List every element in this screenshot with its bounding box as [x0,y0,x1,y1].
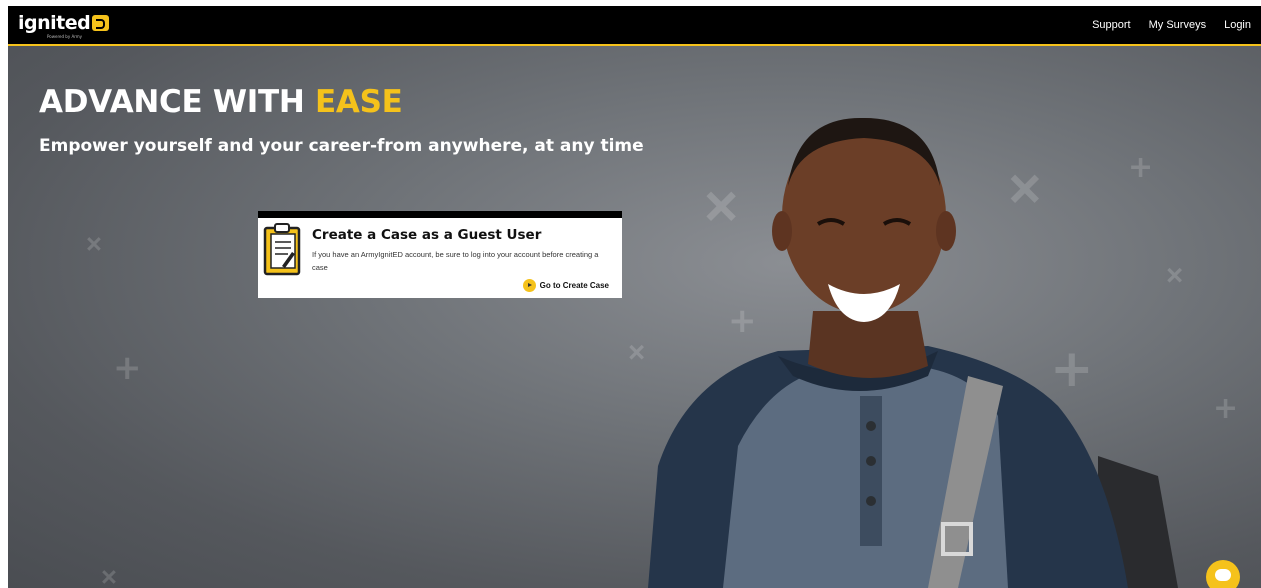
guest-case-card: Create a Case as a Guest User If you hav… [258,211,622,298]
hero-title: ADVANCE WITH EASE [39,84,403,120]
logo-subtext: Powered by Army [47,34,83,39]
nav-links: Support My Surveys Login [1092,6,1251,44]
logo-mark-icon [92,15,110,31]
card-description: If you have an ArmyIgnitED account, be s… [312,250,599,272]
decorative-plus-icon: + [113,348,142,388]
hero-title-main: ADVANCE WITH [39,84,305,120]
top-navbar: ignited Powered by Army Support My Surve… [8,6,1261,46]
ignited-logo[interactable]: ignited Powered by Army [18,12,110,39]
hero-photo-person [648,117,1178,588]
nav-link-login[interactable]: Login [1224,19,1251,31]
nav-link-my-surveys[interactable]: My Surveys [1149,19,1206,31]
nav-link-support[interactable]: Support [1092,19,1131,31]
hero-banner: + + + + + + + + + + + ADVANCE WITH EASE … [8,46,1261,588]
decorative-plus-icon: + [1213,391,1239,426]
decorative-plus-icon: + [90,558,128,588]
clipboard-icon [263,223,301,276]
go-to-create-case-link[interactable]: Go to Create Case [522,279,609,292]
logo-text: ignited [18,12,91,34]
chat-button[interactable] [1206,560,1240,588]
chat-icon [1215,569,1231,581]
decorative-plus-icon: + [75,225,113,263]
hero-subtitle: Empower yourself and your career-from an… [39,136,644,156]
go-to-create-case-label: Go to Create Case [539,281,609,290]
card-title: Create a Case as a Guest User [312,227,542,243]
hero-title-accent: EASE [315,84,403,120]
arrow-right-circle-icon [522,279,536,292]
window-frame-left [0,0,8,588]
